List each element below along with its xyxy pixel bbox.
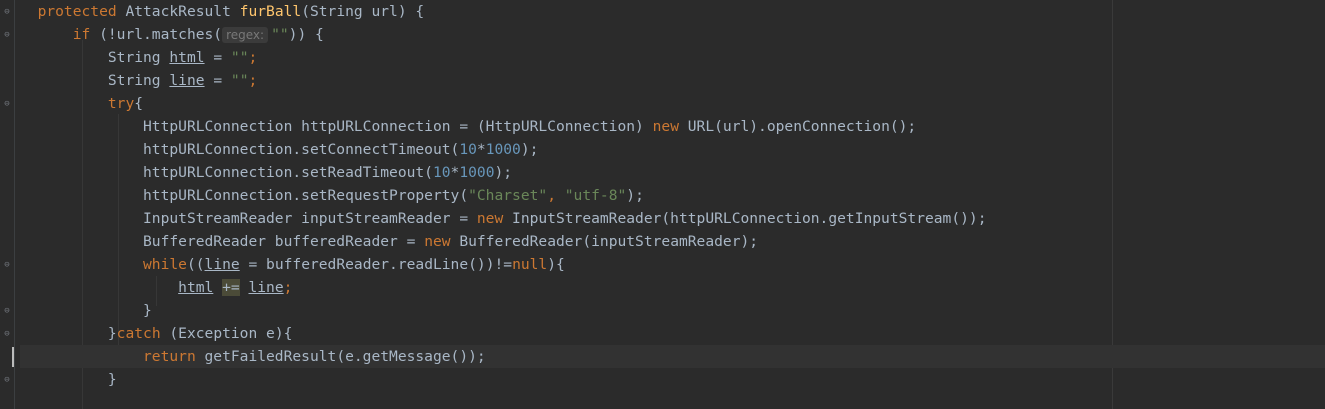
number-literal: 1000 bbox=[485, 141, 521, 158]
keyword: while bbox=[143, 256, 187, 273]
code-text: (Exception e){ bbox=[160, 325, 293, 342]
keyword: null bbox=[512, 256, 548, 273]
code-text: URL(url).openConnection(); bbox=[678, 118, 917, 135]
code-text: httpURLConnection.setConnectTimeout( bbox=[143, 141, 460, 158]
number-literal: 10 bbox=[432, 164, 451, 181]
code-text: httpURLConnection.setRequestProperty( bbox=[143, 187, 469, 204]
code-line[interactable]: try{ bbox=[20, 92, 1325, 115]
number-literal: 10 bbox=[459, 141, 477, 158]
code-line[interactable]: } bbox=[20, 299, 1325, 322]
code-text: (( bbox=[186, 256, 205, 273]
code-text: ); bbox=[626, 187, 644, 204]
code-line-current[interactable]: return getFailedResult(e.getMessage()); bbox=[20, 345, 1325, 368]
code-text: getFailedResult(e.getMessage()); bbox=[195, 348, 486, 365]
code-line[interactable]: BufferedReader bufferedReader = new Buff… bbox=[20, 230, 1325, 253]
code-text: String bbox=[107, 72, 170, 89]
code-line[interactable]: String line = ""; bbox=[20, 69, 1325, 92]
fold-icon[interactable]: ⊖ bbox=[2, 375, 12, 385]
code-text: } bbox=[143, 302, 152, 319]
code-text: String bbox=[107, 49, 170, 66]
code-line[interactable]: html += line; bbox=[20, 276, 1325, 299]
code-text: } bbox=[107, 371, 117, 388]
code-line[interactable]: InputStreamReader inputStreamReader = ne… bbox=[20, 207, 1325, 230]
variable: line bbox=[204, 256, 240, 273]
code-text: = bufferedReader.readLine())!= bbox=[239, 256, 513, 273]
semicolon: ; bbox=[248, 49, 258, 66]
string-literal: "" bbox=[230, 49, 249, 66]
code-line[interactable]: if (!url.matches(regex: "")) { bbox=[20, 23, 1325, 46]
code-text: BufferedReader bufferedReader = bbox=[143, 233, 425, 250]
fold-icon[interactable]: ⊖ bbox=[2, 7, 12, 17]
keyword: if bbox=[72, 26, 91, 43]
code-line[interactable]: httpURLConnection.setRequestProperty("Ch… bbox=[20, 184, 1325, 207]
code-line[interactable]: }catch (Exception e){ bbox=[20, 322, 1325, 345]
code-text: ); bbox=[494, 164, 513, 181]
code-line[interactable]: HttpURLConnection httpURLConnection = (H… bbox=[20, 115, 1325, 138]
string-literal: "utf-8" bbox=[564, 187, 627, 204]
code-text: = bbox=[204, 72, 231, 89]
code-text: InputStreamReader(httpURLConnection.getI… bbox=[503, 210, 987, 227]
fold-icon[interactable]: ⊖ bbox=[2, 329, 12, 339]
keyword: new bbox=[476, 210, 504, 227]
code-line[interactable]: httpURLConnection.setReadTimeout(10*1000… bbox=[20, 161, 1325, 184]
string-literal: "Charset" bbox=[468, 187, 548, 204]
code-text: * bbox=[476, 141, 486, 158]
code-line[interactable]: protected AttackResult furBall(String ur… bbox=[20, 0, 1325, 23]
fold-icon[interactable]: ⊖ bbox=[2, 306, 12, 316]
code-text: } bbox=[107, 325, 117, 342]
keyword: try bbox=[107, 95, 135, 112]
code-text: (!url.matches( bbox=[90, 26, 223, 43]
semicolon: ; bbox=[283, 279, 293, 296]
variable: line bbox=[169, 72, 205, 89]
variable: html bbox=[169, 49, 205, 66]
code-text: = bbox=[204, 49, 231, 66]
code-text: HttpURLConnection httpURLConnection = (H… bbox=[143, 118, 653, 135]
code-editor[interactable]: protected AttackResult furBall(String ur… bbox=[20, 0, 1325, 409]
code-line[interactable]: String html = ""; bbox=[20, 46, 1325, 69]
code-text: InputStreamReader inputStreamReader = bbox=[143, 210, 477, 227]
fold-icon[interactable]: ⊖ bbox=[2, 30, 12, 40]
code-text: )) { bbox=[288, 26, 324, 43]
code-text: (String url) { bbox=[301, 3, 425, 20]
string-literal: "" bbox=[271, 26, 289, 43]
editor-gutter: ⊖ ⊖ ⊖ ⊖ ⊖ ⊖ ⊖ bbox=[0, 0, 20, 409]
string-literal: "" bbox=[230, 72, 249, 89]
fold-icon[interactable]: ⊖ bbox=[2, 260, 12, 270]
keyword: protected bbox=[37, 3, 117, 20]
text-caret bbox=[12, 347, 14, 367]
variable: html bbox=[178, 279, 214, 296]
gutter-divider bbox=[14, 0, 15, 409]
code-text: AttackResult bbox=[116, 3, 240, 20]
code-text: { bbox=[134, 95, 144, 112]
fold-icon[interactable]: ⊖ bbox=[2, 99, 12, 109]
code-line[interactable]: while((line = bufferedReader.readLine())… bbox=[20, 253, 1325, 276]
number-literal: 1000 bbox=[459, 164, 495, 181]
keyword: catch bbox=[116, 325, 161, 342]
semicolon: ; bbox=[248, 72, 258, 89]
code-line[interactable]: httpURLConnection.setConnectTimeout(10*1… bbox=[20, 138, 1325, 161]
code-text: httpURLConnection.setReadTimeout( bbox=[143, 164, 433, 181]
keyword: return bbox=[143, 348, 196, 365]
keyword: new bbox=[424, 233, 451, 250]
code-line[interactable]: } bbox=[20, 368, 1325, 391]
comma: , bbox=[547, 187, 565, 204]
variable: line bbox=[248, 279, 284, 296]
code-text: BufferedReader(inputStreamReader); bbox=[450, 233, 759, 250]
code-text: ){ bbox=[547, 256, 565, 273]
operator-highlight: += bbox=[222, 279, 240, 296]
keyword: new bbox=[652, 118, 679, 135]
method-name: furBall bbox=[239, 3, 302, 20]
code-text: ); bbox=[520, 141, 539, 158]
parameter-hint: regex: bbox=[222, 27, 269, 43]
